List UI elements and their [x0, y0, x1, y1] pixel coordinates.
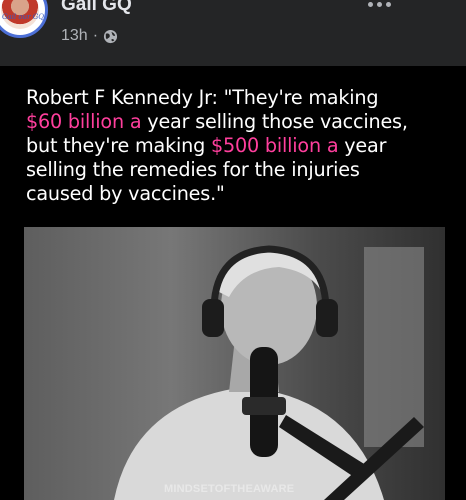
caption-line-4: selling the remedies for the injuries [26, 158, 360, 181]
caption-line-3-pre: but they're making [26, 134, 211, 157]
caption-highlight-60b: $60 billion a [26, 110, 142, 133]
video-frame[interactable] [24, 227, 445, 500]
caption-line-3-rest: year [338, 134, 387, 157]
meta-separator: · [92, 27, 99, 44]
caption-line-1: Robert F Kennedy Jr: "They're making [26, 86, 379, 109]
video-watermark: MINDSETOFTHEAWARE [164, 483, 295, 495]
caption-line-5: caused by vaccines." [26, 182, 225, 205]
globe-icon[interactable] [103, 29, 118, 44]
caption-line-2-rest: year selling those vaccines, [141, 110, 408, 133]
speaker-image [114, 245, 424, 500]
caption-line-2: $60 billion a year selling those vaccine… [26, 110, 446, 134]
post-header: Gail our GQ Gail GQ 13h · [0, 0, 466, 62]
more-options-icon[interactable] [368, 0, 396, 10]
video-caption: Robert F Kennedy Jr: "They're making $60… [26, 86, 446, 206]
post-time[interactable]: 13h [61, 27, 88, 45]
avatar-text: Gail our GQ [1, 13, 45, 21]
caption-line-3: but they're making $500 billion a year [26, 134, 446, 158]
author-name[interactable]: Gail GQ [61, 0, 132, 16]
avatar[interactable]: Gail our GQ [0, 0, 48, 38]
caption-highlight-500b: $500 billion a [210, 134, 339, 157]
post-meta: 13h · [61, 27, 118, 45]
